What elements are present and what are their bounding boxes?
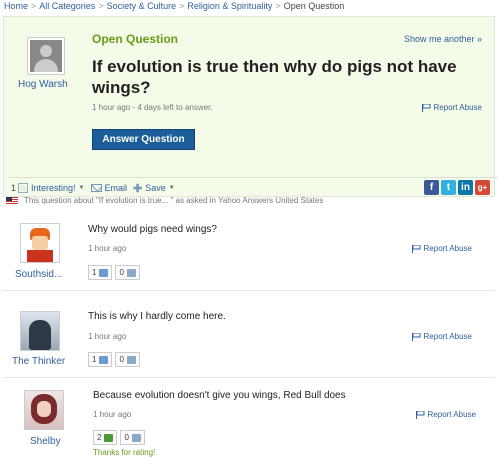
interesting-label: Interesting! xyxy=(31,183,76,193)
vote-controls: 2 0 xyxy=(93,430,145,445)
asker-avatar[interactable] xyxy=(27,37,65,75)
breadcrumb-religion-spirituality[interactable]: Religion & Spirituality xyxy=(187,1,272,11)
breadcrumb-home[interactable]: Home xyxy=(4,1,28,11)
thumbs-up-count: 1 xyxy=(92,355,97,364)
interesting-count: 1 xyxy=(11,183,17,193)
answer-time: 1 hour ago xyxy=(88,244,127,253)
plus-icon: ✚ xyxy=(133,182,143,195)
save-button[interactable]: ✚ Save ▼ xyxy=(133,182,175,195)
breadcrumb-separator: > xyxy=(98,1,104,11)
answer-text: Because evolution doesn't give you wings… xyxy=(93,390,346,401)
envelope-icon xyxy=(90,184,102,192)
thumbs-down-icon xyxy=(131,433,141,442)
report-abuse-label: Report Abuse xyxy=(427,410,476,419)
show-another-link[interactable]: Show me another » xyxy=(404,34,482,44)
breadcrumb-separator: > xyxy=(31,1,37,11)
avatar-face xyxy=(32,236,48,250)
save-label: Save xyxy=(145,183,166,193)
question-meta: 1 hour ago - 4 days left to answer. xyxy=(92,103,213,112)
chevron-down-icon: ▼ xyxy=(78,185,85,191)
thumbs-up-count: 1 xyxy=(92,268,97,277)
asker-name[interactable]: Hog Warsh xyxy=(18,79,68,90)
report-abuse-label: Report Abuse xyxy=(423,244,472,253)
report-abuse-link[interactable]: Report Abuse xyxy=(411,244,472,253)
answer-text: Why would pigs need wings? xyxy=(88,224,217,235)
thumbs-up-count: 2 xyxy=(97,433,102,442)
thumbs-down-icon xyxy=(126,355,136,364)
breadcrumb-current: Open Question xyxy=(283,1,345,11)
answerer-avatar[interactable] xyxy=(20,223,60,263)
report-abuse-link[interactable]: Report Abuse xyxy=(411,332,472,341)
thumbs-down-count: 0 xyxy=(119,355,124,364)
thumbs-up-button[interactable]: 1 xyxy=(88,352,113,367)
thumbs-down-button[interactable]: 0 xyxy=(115,352,140,367)
answerer-avatar[interactable] xyxy=(24,390,64,430)
google-plus-icon[interactable]: g+ xyxy=(475,180,490,195)
thumbs-down-button[interactable]: 0 xyxy=(115,265,140,280)
breadcrumb-all-categories[interactable]: All Categories xyxy=(39,1,95,11)
answer-text: This is why I hardly come here. xyxy=(88,311,226,322)
linkedin-icon[interactable]: in xyxy=(458,180,473,195)
report-abuse-label: Report Abuse xyxy=(433,103,482,112)
locale-note: This question about "If evolution is tru… xyxy=(6,196,323,205)
answerer-name[interactable]: Shelby xyxy=(30,436,61,447)
thumbs-down-count: 0 xyxy=(119,268,124,277)
vote-controls: 1 0 xyxy=(88,352,140,367)
facebook-icon[interactable]: f xyxy=(424,180,439,195)
answer-item: The Thinker This is why I hardly come he… xyxy=(3,300,495,378)
thumbs-up-icon xyxy=(99,268,109,277)
flag-icon xyxy=(411,332,421,341)
avatar-shirt xyxy=(27,250,53,262)
thumbs-down-icon xyxy=(126,268,136,277)
answer-time: 1 hour ago xyxy=(93,410,132,419)
flag-icon xyxy=(411,244,421,253)
thumbs-up-icon xyxy=(104,433,114,442)
email-button[interactable]: Email xyxy=(90,183,128,193)
breadcrumb-society-culture[interactable]: Society & Culture xyxy=(107,1,177,11)
answerer-name[interactable]: Southsid... xyxy=(15,269,62,280)
action-bar: 1 ☆ Interesting! ▼ Email ✚ Save ▼ f t in… xyxy=(8,177,498,198)
thumbs-up-icon xyxy=(99,355,109,364)
answerer-avatar[interactable] xyxy=(20,311,60,351)
flag-icon xyxy=(415,410,425,419)
thumbs-up-button[interactable]: 2 xyxy=(93,430,118,445)
us-flag-icon xyxy=(6,196,18,205)
question-status: Open Question xyxy=(92,32,179,46)
flag-icon xyxy=(421,103,431,112)
avatar-statue xyxy=(29,320,51,350)
chevron-down-icon: ▼ xyxy=(168,185,175,191)
report-abuse-link[interactable]: Report Abuse xyxy=(415,410,476,419)
question-panel: Hog Warsh Open Question Show me another … xyxy=(3,16,498,198)
thumbs-down-count: 0 xyxy=(124,433,129,442)
thumbs-up-button[interactable]: 1 xyxy=(88,265,113,280)
email-label: Email xyxy=(104,183,128,193)
report-abuse-label: Report Abuse xyxy=(423,332,472,341)
question-title: If evolution is true then why do pigs no… xyxy=(92,57,457,97)
report-abuse-link[interactable]: Report Abuse xyxy=(421,103,482,112)
star-icon: ☆ xyxy=(18,183,29,193)
answerer-name[interactable]: The Thinker xyxy=(12,356,65,367)
interesting-button[interactable]: 1 ☆ Interesting! ▼ xyxy=(8,183,85,193)
twitter-icon[interactable]: t xyxy=(441,180,456,195)
breadcrumb-separator: > xyxy=(179,1,185,11)
social-share: f t in g+ xyxy=(424,180,490,195)
default-user-icon xyxy=(30,40,62,72)
locale-note-text: This question about "If evolution is tru… xyxy=(24,196,324,205)
thumbs-down-button[interactable]: 0 xyxy=(120,430,145,445)
answer-question-button[interactable]: Answer Question xyxy=(92,129,195,150)
avatar-face xyxy=(37,401,51,417)
breadcrumb: Home > All Categories > Society & Culture > Re… xyxy=(4,1,344,11)
answer-time: 1 hour ago xyxy=(88,332,127,341)
answer-item: Southsid... Why would pigs need wings? 1… xyxy=(3,213,495,291)
breadcrumb-separator: > xyxy=(275,1,281,11)
answer-item: Shelby Because evolution doesn't give yo… xyxy=(3,380,495,472)
vote-controls: 1 0 xyxy=(88,265,140,280)
thanks-for-rating: Thanks for rating! xyxy=(93,448,156,457)
